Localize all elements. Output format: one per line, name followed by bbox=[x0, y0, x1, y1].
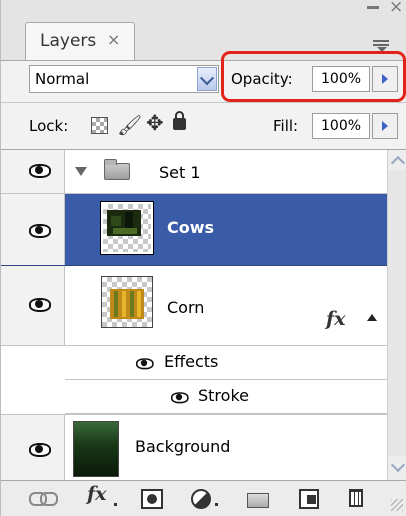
adjustment-menu-dot bbox=[215, 503, 218, 506]
blend-mode-select[interactable]: Normal bbox=[29, 65, 219, 93]
collapse-effects-triangle-icon[interactable] bbox=[367, 314, 377, 321]
layers-panel: × Layers × Normal Opacity: 100% Lock: 🖌 … bbox=[0, 0, 406, 516]
visibility-cell[interactable] bbox=[1, 415, 65, 481]
layer-row-stroke[interactable]: Stroke bbox=[65, 380, 387, 414]
delete-layer-trash-icon[interactable] bbox=[349, 489, 363, 507]
chevron-down-icon[interactable] bbox=[197, 67, 217, 91]
layer-thumbnail-cows bbox=[100, 201, 154, 255]
visibility-cell[interactable] bbox=[1, 194, 65, 265]
blend-mode-value: Normal bbox=[35, 70, 90, 88]
layer-name: Cows bbox=[167, 218, 215, 237]
layer-row-effects[interactable]: Effects bbox=[65, 346, 387, 380]
add-layer-style-fx-icon[interactable]: fx bbox=[87, 483, 107, 505]
link-layers-icon[interactable] bbox=[29, 492, 59, 506]
fill-value: 100% bbox=[321, 118, 362, 134]
tab-layers[interactable]: Layers × bbox=[25, 22, 135, 60]
tab-close-icon[interactable]: × bbox=[107, 30, 120, 49]
fx-menu-dot bbox=[114, 503, 117, 506]
fill-slider-arrow-icon[interactable] bbox=[372, 113, 398, 139]
layers-list: Set 1 Cows Corn fx Effects Stroke Backgr… bbox=[1, 150, 387, 481]
layers-bottom-toolbar: fx bbox=[1, 480, 406, 516]
layer-effects-fx-icon[interactable]: fx bbox=[326, 308, 346, 330]
layer-row-cows[interactable]: Cows bbox=[1, 194, 387, 266]
panel-menu-icon[interactable] bbox=[367, 38, 406, 52]
effects-label: Effects bbox=[164, 352, 219, 371]
eye-icon[interactable] bbox=[29, 164, 51, 178]
new-layer-icon[interactable] bbox=[299, 489, 319, 509]
visibility-cell[interactable] bbox=[1, 150, 65, 193]
layer-row-set-1[interactable]: Set 1 bbox=[1, 150, 387, 194]
lock-fill-row: Lock: 🖌 ✥ Fill: 100% bbox=[1, 102, 406, 150]
expand-triangle-icon[interactable] bbox=[75, 167, 87, 176]
eye-icon[interactable] bbox=[29, 224, 51, 238]
lock-label: Lock: bbox=[29, 117, 69, 135]
eye-icon[interactable] bbox=[29, 443, 51, 457]
new-group-folder-icon[interactable] bbox=[247, 493, 269, 508]
scroll-up-icon[interactable] bbox=[388, 150, 406, 170]
eye-icon[interactable] bbox=[136, 358, 154, 370]
scroll-down-icon[interactable] bbox=[388, 456, 406, 480]
add-layer-mask-icon[interactable] bbox=[141, 489, 163, 509]
eye-icon[interactable] bbox=[171, 392, 189, 404]
eye-icon[interactable] bbox=[29, 298, 51, 312]
new-adjustment-layer-icon[interactable] bbox=[191, 489, 211, 509]
lock-position-move-icon[interactable]: ✥ bbox=[146, 111, 164, 135]
close-icon[interactable]: × bbox=[389, 0, 403, 17]
tab-layers-label: Layers bbox=[40, 31, 97, 51]
layer-thumbnail-corn bbox=[101, 276, 153, 328]
minimize-icon[interactable] bbox=[367, 6, 379, 9]
lock-all-padlock-icon[interactable] bbox=[173, 111, 186, 130]
layer-name: Set 1 bbox=[159, 163, 201, 182]
layer-name: Corn bbox=[167, 298, 205, 317]
resize-grip-icon[interactable] bbox=[391, 499, 403, 511]
layer-thumbnail-background bbox=[73, 421, 119, 477]
lock-transparent-pixels-icon[interactable] bbox=[91, 117, 108, 134]
visibility-cell[interactable] bbox=[1, 266, 65, 345]
layers-scrollbar[interactable] bbox=[387, 150, 406, 480]
fill-input[interactable]: 100% bbox=[312, 113, 370, 139]
stroke-effect-label: Stroke bbox=[198, 386, 249, 405]
layer-row-background[interactable]: Background bbox=[1, 414, 387, 481]
layer-name: Background bbox=[135, 437, 231, 456]
lock-image-pixels-brush-icon[interactable]: 🖌 bbox=[117, 113, 142, 137]
layer-row-corn[interactable]: Corn fx bbox=[1, 266, 387, 346]
folder-icon bbox=[104, 159, 130, 180]
opacity-highlight-ring bbox=[221, 51, 406, 102]
fill-label: Fill: bbox=[273, 117, 299, 135]
